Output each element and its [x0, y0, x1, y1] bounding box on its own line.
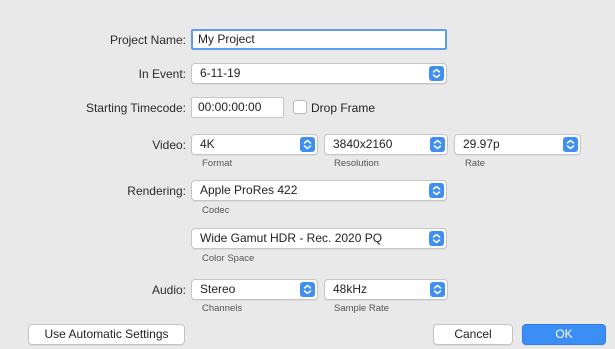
audio-channels-select[interactable]: Stereo: [191, 279, 318, 300]
project-name-label: Project Name:: [109, 33, 186, 47]
starting-timecode-label: Starting Timecode:: [85, 101, 186, 115]
updown-chevron-icon: [430, 137, 445, 152]
in-event-label: In Event:: [138, 67, 186, 81]
project-name-input[interactable]: My Project: [191, 29, 447, 50]
codec-value: Apple ProRes 422: [200, 183, 298, 197]
new-project-dialog: Project Name: My Project In Event: 6-11-…: [0, 0, 615, 349]
video-rate-value: 29.97p: [463, 137, 500, 151]
codec-caption: Codec: [202, 205, 230, 216]
updown-chevron-icon: [300, 137, 315, 152]
color-space-caption: Color Space: [202, 253, 255, 264]
video-resolution-value: 3840x2160: [333, 137, 393, 151]
audio-channels-value: Stereo: [200, 282, 236, 296]
color-space-value: Wide Gamut HDR - Rec. 2020 PQ: [200, 231, 383, 245]
audio-sample-rate-value: 48kHz: [333, 282, 368, 296]
video-format-value: 4K: [200, 137, 215, 151]
updown-chevron-icon: [429, 231, 444, 246]
drop-frame-label: Drop Frame: [311, 101, 376, 115]
rate-caption: Rate: [465, 158, 486, 169]
use-automatic-settings-button[interactable]: Use Automatic Settings: [28, 324, 185, 345]
video-label: Video:: [152, 138, 186, 152]
audio-sample-rate-select[interactable]: 48kHz: [324, 279, 448, 300]
channels-caption: Channels: [202, 303, 243, 314]
starting-timecode-input[interactable]: 00:00:00:00: [191, 97, 284, 118]
cancel-button[interactable]: Cancel: [433, 324, 513, 345]
updown-chevron-icon: [300, 282, 315, 297]
in-event-value: 6-11-19: [200, 66, 241, 80]
updown-chevron-icon: [429, 183, 444, 198]
updown-chevron-icon: [430, 282, 445, 297]
sample-rate-caption: Sample Rate: [334, 303, 389, 314]
video-rate-select[interactable]: 29.97p: [454, 134, 581, 155]
rendering-label: Rendering:: [127, 184, 186, 198]
in-event-select[interactable]: 6-11-19: [191, 63, 447, 84]
color-space-select[interactable]: Wide Gamut HDR - Rec. 2020 PQ: [191, 228, 447, 249]
codec-select[interactable]: Apple ProRes 422: [191, 180, 447, 201]
resolution-caption: Resolution: [334, 158, 379, 169]
format-caption: Format: [202, 158, 233, 169]
updown-chevron-icon: [563, 137, 578, 152]
updown-chevron-icon: [429, 66, 444, 81]
drop-frame-checkbox[interactable]: [293, 100, 307, 114]
audio-label: Audio:: [151, 283, 186, 297]
video-resolution-select[interactable]: 3840x2160: [324, 134, 448, 155]
ok-button[interactable]: OK: [522, 324, 606, 345]
video-format-select[interactable]: 4K: [191, 134, 318, 155]
